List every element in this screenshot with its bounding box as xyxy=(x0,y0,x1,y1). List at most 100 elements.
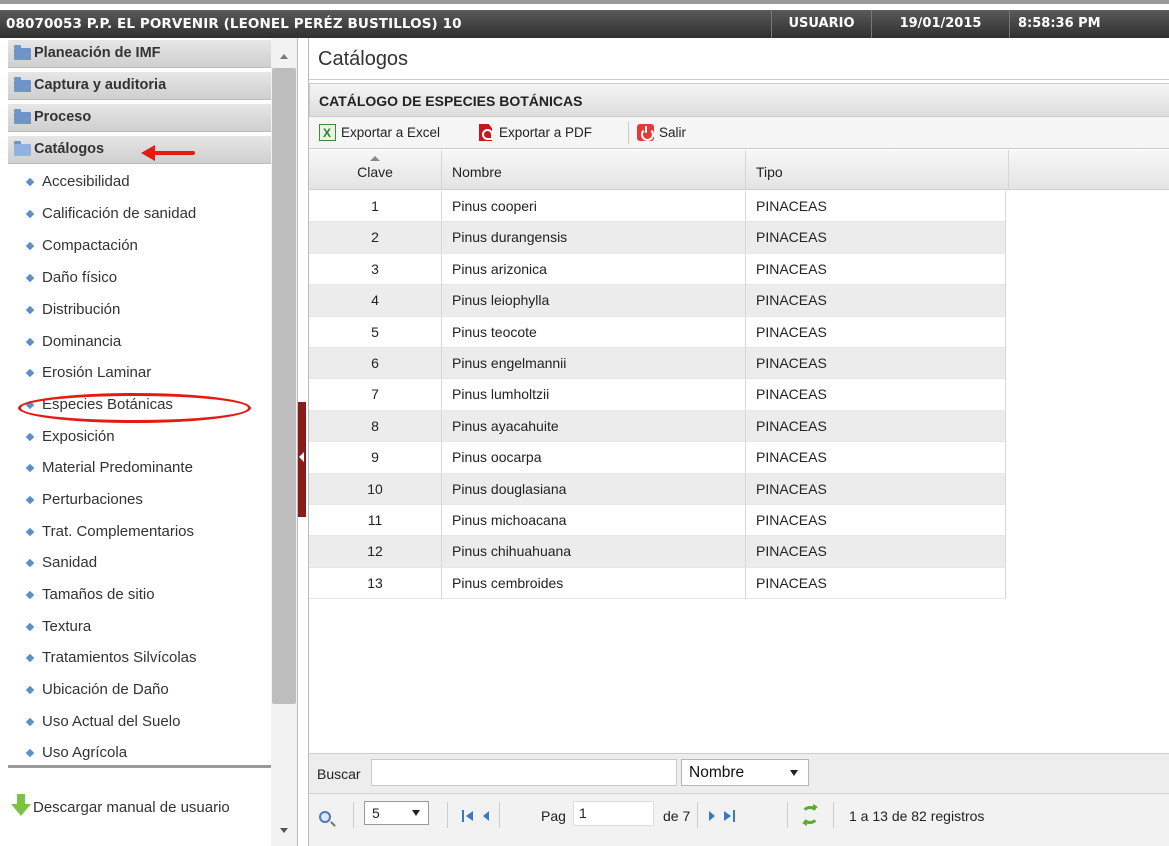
table-row[interactable]: 8 Pinus ayacahuite PINACEAS xyxy=(309,410,1006,443)
scroll-down-icon[interactable] xyxy=(280,828,288,833)
pager-divider xyxy=(787,802,788,828)
page-title: Catálogos xyxy=(309,38,1169,80)
bullet-icon xyxy=(25,368,35,378)
table-row[interactable]: 1 Pinus cooperi PINACEAS xyxy=(309,191,1006,223)
refresh-icon[interactable] xyxy=(801,804,819,826)
column-header-label: Nombre xyxy=(452,164,502,180)
first-page-icon[interactable] xyxy=(462,810,476,822)
table-row[interactable]: 12 Pinus chihuahuana PINACEAS xyxy=(309,536,1006,568)
pdf-icon xyxy=(477,124,494,141)
cell-clave: 1 xyxy=(309,191,442,222)
panel-splitter[interactable] xyxy=(298,402,306,517)
previous-page-icon[interactable] xyxy=(483,811,489,821)
sidebar-item-tamanos-sitio[interactable]: Tamaños de sitio xyxy=(8,579,271,611)
sidebar-item-sanidad[interactable]: Sanidad xyxy=(8,547,271,579)
sidebar-item-perturbaciones[interactable]: Perturbaciones xyxy=(8,484,271,516)
table-row[interactable]: 13 Pinus cembroides PINACEAS xyxy=(309,567,1006,600)
page-size-select[interactable]: 5 xyxy=(364,801,429,825)
sidebar-item-dano-fisico[interactable]: Daño físico xyxy=(8,262,271,294)
sidebar-folder-catalogos[interactable]: Catálogos xyxy=(8,136,271,164)
cell-clave: 8 xyxy=(309,410,442,442)
sidebar-item-distribucion[interactable]: Distribución xyxy=(8,294,271,326)
page-number-input[interactable]: 1 xyxy=(573,801,654,826)
download-manual-link[interactable]: Descargar manual de usuario xyxy=(8,765,271,835)
folder-icon xyxy=(14,109,31,124)
column-header-clave[interactable]: Clave xyxy=(309,150,442,190)
table-row[interactable]: 9 Pinus oocarpa PINACEAS xyxy=(309,442,1006,474)
sidebar-item-label: Compactación xyxy=(42,237,138,254)
pager-divider xyxy=(447,802,448,828)
table-row[interactable]: 2 Pinus durangensis PINACEAS xyxy=(309,222,1006,254)
bullet-icon xyxy=(25,622,35,632)
sidebar-folder-planeacion[interactable]: Planeación de IMF xyxy=(8,40,271,68)
toolbar-divider xyxy=(628,122,629,144)
sidebar-item-dominancia[interactable]: Dominancia xyxy=(8,326,271,358)
table-row[interactable]: 3 Pinus arizonica PINACEAS xyxy=(309,253,1006,286)
sidebar-folder-captura[interactable]: Captura y auditoria xyxy=(8,72,271,100)
bullet-icon xyxy=(25,717,35,727)
sidebar-item-label: Accesibilidad xyxy=(42,173,130,190)
cell-clave: 3 xyxy=(309,253,442,285)
folder-icon xyxy=(14,45,31,60)
bullet-icon xyxy=(25,432,35,442)
sidebar-item-accesibilidad[interactable]: Accesibilidad xyxy=(8,166,271,198)
sidebar-item-erosion-laminar[interactable]: Erosión Laminar xyxy=(8,357,271,389)
cell-clave: 7 xyxy=(309,379,442,411)
page-size-value: 5 xyxy=(372,805,380,821)
bullet-icon xyxy=(25,558,35,568)
sidebar-item-ubicacion-dano[interactable]: Ubicación de Daño xyxy=(8,674,271,706)
search-input[interactable] xyxy=(371,759,677,786)
table-row[interactable]: 5 Pinus teocote PINACEAS xyxy=(309,316,1006,348)
sidebar-item-material-predominante[interactable]: Material Predominante xyxy=(8,452,271,484)
search-field-select[interactable]: Nombre xyxy=(681,759,809,786)
cell-tipo: PINACEAS xyxy=(746,505,1006,536)
table-row[interactable]: 10 Pinus douglasiana PINACEAS xyxy=(309,473,1006,505)
sidebar-scrollbar[interactable] xyxy=(271,38,297,846)
sidebar-item-label: Tratamientos Silvícolas xyxy=(42,649,197,666)
folder-label: Catálogos xyxy=(34,141,105,157)
column-header-tipo[interactable]: Tipo xyxy=(746,150,1009,190)
scroll-up-icon[interactable] xyxy=(280,54,288,59)
grid-title: CATÁLOGO DE ESPECIES BOTÁNICAS xyxy=(309,83,1169,117)
collapse-left-icon[interactable] xyxy=(299,452,304,462)
column-header-nombre[interactable]: Nombre xyxy=(442,150,746,190)
folder-icon xyxy=(14,77,31,92)
pager-divider xyxy=(833,802,834,828)
bullet-icon xyxy=(25,495,35,505)
exit-label: Salir xyxy=(659,125,687,140)
sidebar-item-uso-actual-suelo[interactable]: Uso Actual del Suelo xyxy=(8,706,271,738)
cell-tipo: PINACEAS xyxy=(746,316,1006,348)
table-row[interactable]: 7 Pinus lumholtzii PINACEAS xyxy=(309,379,1006,411)
sidebar-item-textura[interactable]: Textura xyxy=(8,611,271,643)
cell-nombre: Pinus michoacana xyxy=(442,505,746,536)
sidebar-item-calificacion-sanidad[interactable]: Calificación de sanidad xyxy=(8,198,271,230)
column-header-label: Clave xyxy=(357,164,393,180)
page-label: Pag xyxy=(541,808,566,824)
table-row[interactable]: 6 Pinus engelmannii PINACEAS xyxy=(309,348,1006,380)
export-excel-button[interactable]: Exportar a Excel xyxy=(319,123,469,143)
sidebar-item-exposicion[interactable]: Exposición xyxy=(8,421,271,453)
exit-button[interactable]: Salir xyxy=(637,123,707,143)
cell-tipo: PINACEAS xyxy=(746,379,1006,411)
bullet-icon xyxy=(25,209,35,219)
sidebar-item-label: Daño físico xyxy=(42,269,118,286)
table-row[interactable]: 11 Pinus michoacana PINACEAS xyxy=(309,505,1006,537)
sidebar-item-compactacion[interactable]: Compactación xyxy=(8,230,271,262)
cell-nombre: Pinus engelmannii xyxy=(442,348,746,379)
grid-toolbar: Exportar a Excel Exportar a PDF Salir xyxy=(309,117,1169,149)
last-page-icon[interactable] xyxy=(724,810,738,822)
sidebar-item-label: Sanidad xyxy=(42,554,98,571)
cell-nombre: Pinus ayacahuite xyxy=(442,410,746,442)
table-row[interactable]: 4 Pinus leiophylla PINACEAS xyxy=(309,285,1006,317)
sidebar-item-tratamientos-silvicolas[interactable]: Tratamientos Silvícolas xyxy=(8,642,271,674)
scrollbar-thumb[interactable] xyxy=(272,68,296,704)
export-pdf-button[interactable]: Exportar a PDF xyxy=(477,123,622,143)
records-count: 1 a 13 de 82 registros xyxy=(849,808,985,824)
sidebar-folder-proceso[interactable]: Proceso xyxy=(8,104,271,132)
cell-clave: 6 xyxy=(309,348,442,379)
next-page-icon[interactable] xyxy=(709,811,715,821)
search-icon[interactable] xyxy=(319,811,331,823)
user-label[interactable]: USUARIO xyxy=(771,10,871,38)
export-excel-label: Exportar a Excel xyxy=(341,125,441,140)
sidebar-item-trat-complementarios[interactable]: Trat. Complementarios xyxy=(8,516,271,548)
